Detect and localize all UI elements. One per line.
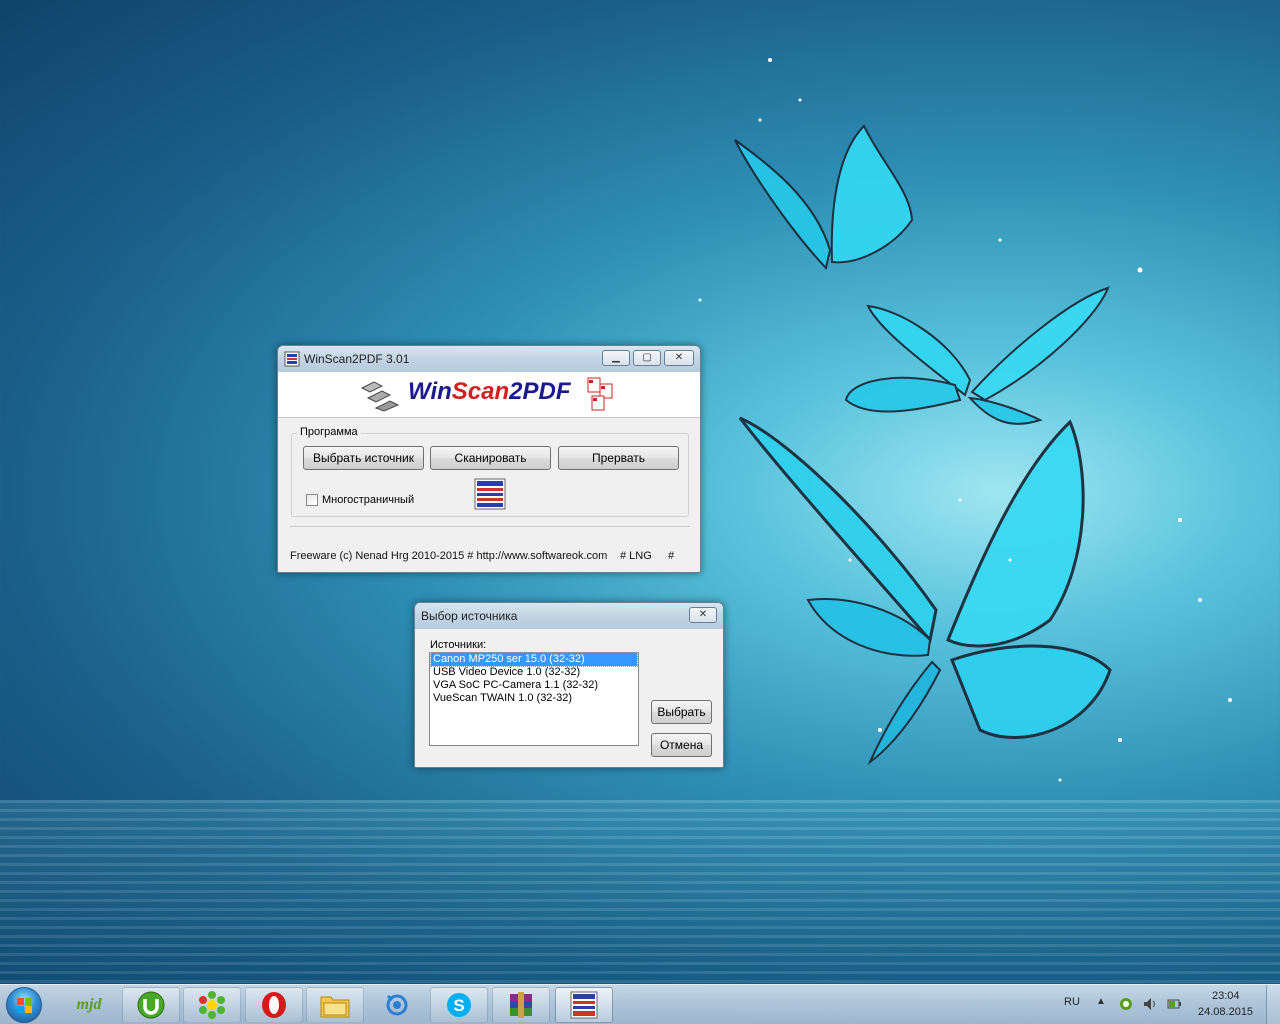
taskbar-opera[interactable]	[245, 987, 303, 1023]
source-item[interactable]: VueScan TWAIN 1.0 (32-32)	[431, 692, 637, 705]
logo-scan: Scan	[451, 378, 510, 405]
sources-label: Источники:	[430, 639, 487, 651]
main-window-title: WinScan2PDF 3.01	[304, 352, 410, 366]
footer-language-link[interactable]: # LNG	[620, 550, 652, 562]
source-item[interactable]: USB Video Device 1.0 (32-32)	[431, 666, 637, 679]
taskbar-winscan2pdf[interactable]	[555, 987, 613, 1023]
utorrent-icon	[137, 991, 165, 1019]
multipage-checkbox[interactable]	[306, 494, 318, 506]
winrar-icon	[510, 992, 532, 1018]
pdf-pages-logo-icon	[587, 377, 613, 411]
taskbar-explorer[interactable]	[306, 987, 364, 1023]
tray-power-icon[interactable]	[1166, 996, 1182, 1012]
taskbar-icq[interactable]	[183, 987, 241, 1023]
folder-icon	[320, 996, 350, 1018]
app-icon	[284, 351, 300, 367]
source-item[interactable]: VGA SoC PC-Camera 1.1 (32-32)	[431, 679, 637, 692]
taskbar-mydocs[interactable]: mjd	[60, 987, 118, 1023]
taskbar-magnifier-app[interactable]	[368, 987, 426, 1023]
clock-time[interactable]: 23:04	[1212, 990, 1240, 1002]
maximize-icon: ▢	[642, 352, 652, 363]
program-group-label: Программа	[297, 426, 361, 438]
butterfly-top-icon	[734, 124, 914, 271]
scan-button[interactable]: Сканировать	[430, 446, 551, 470]
winscan2pdf-icon	[570, 991, 598, 1019]
butterfly-middle-icon	[844, 286, 1110, 425]
logo-text: WinScan2PDF	[408, 378, 571, 406]
footer-credits[interactable]: Freeware (c) Nenad Hrg 2010-2015 # http:…	[290, 550, 607, 562]
source-item[interactable]: Canon MP250 ser 15.0 (32-32)	[430, 652, 638, 667]
opera-icon	[262, 992, 286, 1018]
footer-separator	[290, 526, 690, 527]
sources-listbox[interactable]: Canon MP250 ser 15.0 (32-32) USB Video D…	[429, 652, 639, 746]
skype-icon: S	[447, 993, 471, 1017]
taskbar-utorrent[interactable]	[122, 987, 180, 1023]
multipage-label: Многостраничный	[322, 494, 415, 506]
tray-network-icon[interactable]	[1118, 996, 1134, 1012]
taskbar: mjd S RU ▲ 23:04 24.08.2015	[0, 984, 1280, 1024]
dialog-close-button[interactable]: ✕	[689, 607, 717, 623]
winscan2pdf-window: WinScan2PDF 3.01 ▁ ▢ ✕ WinScan2PDF Прогр…	[277, 345, 701, 573]
tray-language[interactable]: RU	[1064, 996, 1080, 1008]
dialog-titlebar[interactable]: Выбор источника ✕	[415, 603, 723, 629]
start-button[interactable]	[6, 987, 42, 1023]
logo-win: Win	[408, 378, 452, 405]
abort-button[interactable]: Прервать	[558, 446, 679, 470]
multipage-checkbox-row[interactable]: Многостраничный	[306, 494, 414, 506]
logo-2pdf: 2PDF	[509, 378, 571, 405]
icq-icon	[199, 991, 225, 1019]
clock-date[interactable]: 24.08.2015	[1198, 1006, 1253, 1018]
tray-expand-icon[interactable]: ▲	[1096, 996, 1106, 1007]
windows-logo-icon	[17, 998, 32, 1013]
svg-text:S: S	[453, 996, 464, 1015]
minimize-button[interactable]: ▁	[602, 350, 630, 366]
close-icon: ✕	[698, 609, 708, 620]
taskbar-skype[interactable]: S	[430, 987, 488, 1023]
show-desktop-button[interactable]	[1266, 985, 1280, 1024]
magnifier-app-icon	[386, 994, 408, 1016]
maximize-button[interactable]: ▢	[633, 350, 661, 366]
butterfly-big-icon	[738, 416, 1112, 766]
minimize-icon: ▁	[612, 352, 620, 363]
pdf-doc-icon[interactable]	[474, 478, 506, 510]
dialog-title: Выбор источника	[421, 609, 518, 623]
select-source-dialog: Выбор источника ✕ Источники: Canon MP250…	[414, 602, 724, 768]
tray-volume-icon[interactable]	[1142, 996, 1158, 1012]
taskbar-winrar[interactable]	[492, 987, 550, 1023]
close-button[interactable]: ✕	[664, 350, 694, 366]
select-source-button[interactable]: Выбрать источник	[303, 446, 424, 470]
close-icon: ✕	[674, 352, 684, 363]
select-button[interactable]: Выбрать	[651, 700, 712, 724]
main-titlebar[interactable]: WinScan2PDF 3.01 ▁ ▢ ✕	[278, 346, 700, 372]
mydocs-icon: mjd	[76, 996, 102, 1013]
footer-hash-link[interactable]: #	[668, 550, 674, 562]
cancel-button[interactable]: Отмена	[651, 733, 712, 757]
scanner-logo-icon	[360, 381, 400, 412]
logo-banner: WinScan2PDF	[278, 372, 700, 418]
